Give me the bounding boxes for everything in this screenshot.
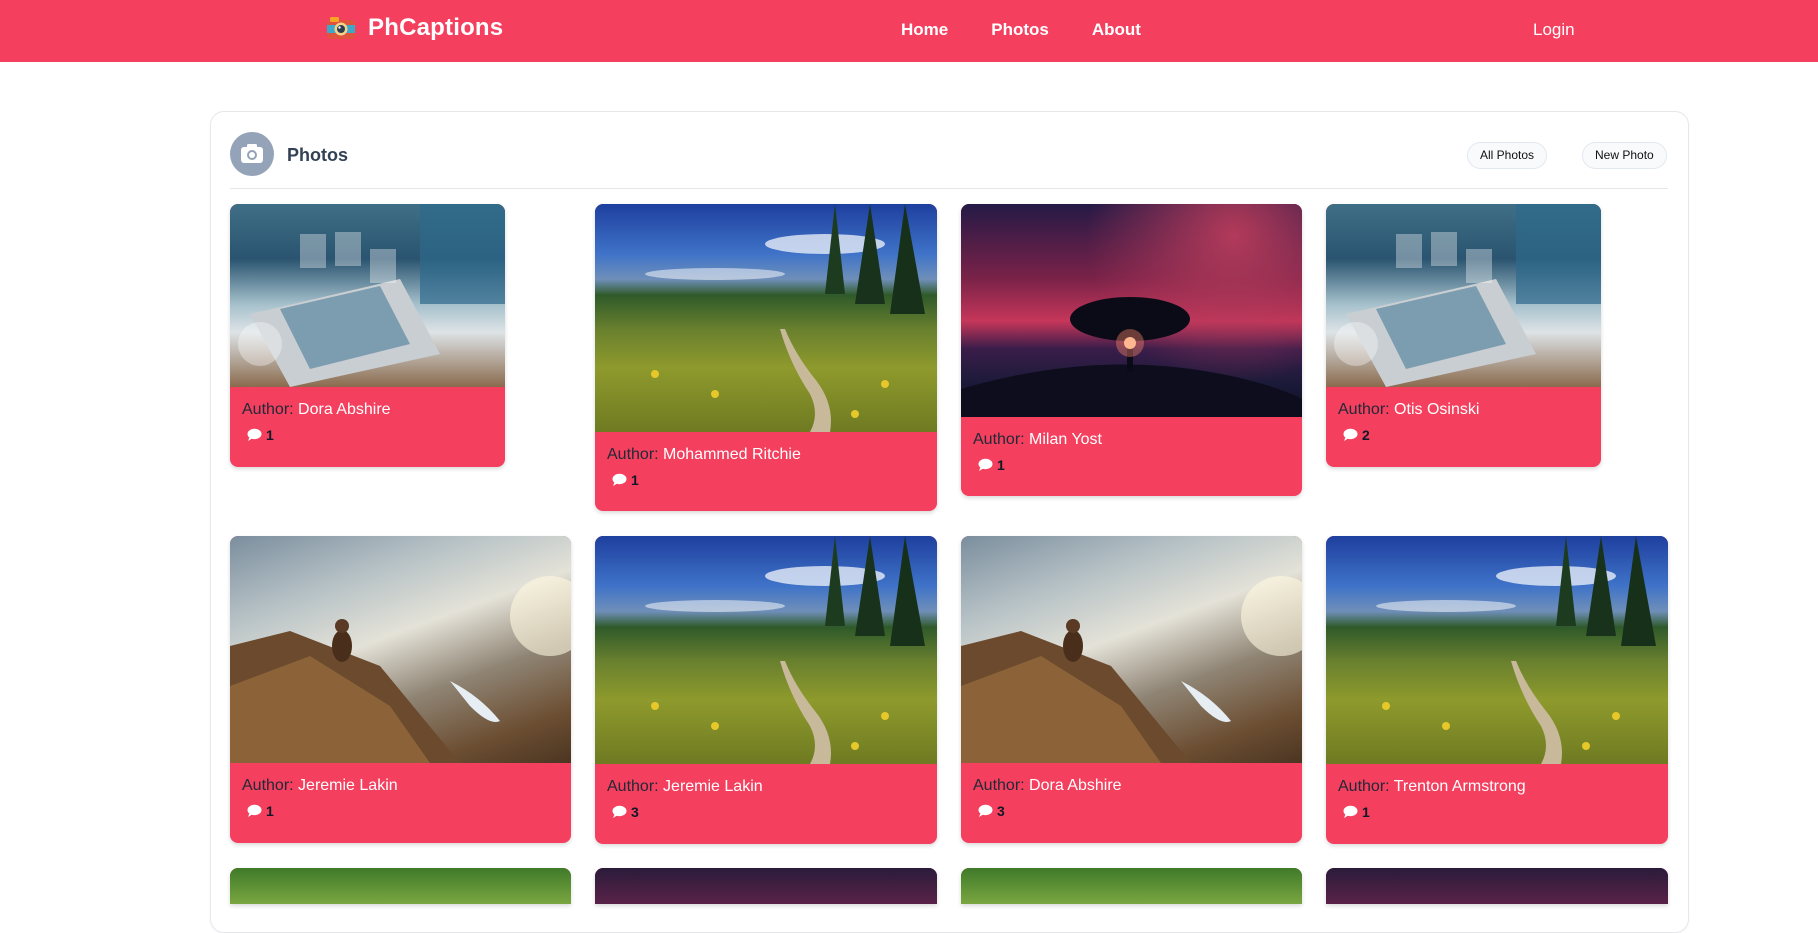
- photo-card[interactable]: Author: Dora Abshire 3: [961, 536, 1302, 843]
- card-author: Author: Dora Abshire: [973, 777, 1122, 794]
- card-author: Author: Dora Abshire: [242, 401, 391, 418]
- photo-card[interactable]: [1326, 868, 1668, 904]
- card-author: Author: Otis Osinski: [1338, 401, 1480, 418]
- photo-image[interactable]: [1326, 204, 1601, 387]
- photo-image[interactable]: [961, 204, 1302, 417]
- card-author: Author: Milan Yost: [973, 431, 1102, 448]
- photo-image[interactable]: [595, 536, 937, 764]
- photo-card[interactable]: [595, 868, 937, 904]
- card-author: Author: Jeremie Lakin: [607, 778, 763, 795]
- comment-icon: [612, 805, 627, 818]
- photo-image[interactable]: [595, 204, 937, 432]
- photo-card[interactable]: Author: Otis Osinski 2: [1326, 204, 1601, 467]
- card-author: Author: Mohammed Ritchie: [607, 446, 801, 463]
- comment-count[interactable]: 2: [1342, 427, 1593, 443]
- comment-count[interactable]: 3: [611, 804, 929, 820]
- nav-link-home[interactable]: Home: [901, 20, 948, 40]
- comment-count[interactable]: 1: [246, 803, 563, 819]
- comment-count[interactable]: 1: [977, 457, 1294, 473]
- photo-card[interactable]: Author: Trenton Armstrong 1: [1326, 536, 1668, 844]
- photo-card[interactable]: Author: Dora Abshire 1: [230, 204, 505, 467]
- photo-image[interactable]: [1326, 536, 1668, 764]
- photo-image[interactable]: [230, 204, 505, 387]
- card-author: Author: Trenton Armstrong: [1338, 778, 1526, 795]
- card-author: Author: Jeremie Lakin: [242, 777, 398, 794]
- comment-icon: [978, 458, 993, 471]
- nav-link-photos[interactable]: Photos: [991, 20, 1049, 40]
- panel-header: Photos All Photos New Photo: [211, 112, 1688, 189]
- photo-image[interactable]: [230, 536, 571, 763]
- nav-link-about[interactable]: About: [1092, 20, 1141, 40]
- comment-icon: [612, 473, 627, 486]
- comment-count[interactable]: 1: [246, 427, 497, 443]
- brand[interactable]: PhCaptions: [326, 14, 503, 42]
- all-photos-button[interactable]: All Photos: [1467, 142, 1548, 169]
- nav-links: Home Photos About: [901, 20, 1141, 40]
- camera-logo-icon: [327, 17, 355, 39]
- panel-title: Photos: [287, 145, 348, 165]
- photo-card[interactable]: [230, 868, 571, 904]
- photo-image[interactable]: [1326, 868, 1668, 904]
- photo-image[interactable]: [961, 868, 1302, 904]
- photo-card[interactable]: Author: Milan Yost 1: [961, 204, 1302, 496]
- photo-image[interactable]: [230, 868, 571, 904]
- photo-card[interactable]: Author: Mohammed Ritchie 1: [595, 204, 937, 511]
- comment-icon: [978, 804, 993, 817]
- comment-icon: [247, 428, 262, 441]
- comment-count[interactable]: 1: [611, 472, 929, 488]
- login-link[interactable]: Login: [1533, 20, 1575, 40]
- camera-icon: [230, 132, 274, 176]
- comment-icon: [247, 804, 262, 817]
- photo-card[interactable]: [961, 868, 1302, 904]
- photo-image[interactable]: [595, 868, 937, 904]
- comment-icon: [1343, 428, 1358, 441]
- comment-count[interactable]: 1: [1342, 804, 1660, 820]
- header-divider: [230, 188, 1668, 189]
- comment-icon: [1343, 805, 1358, 818]
- photo-card[interactable]: Author: Jeremie Lakin 1: [230, 536, 571, 843]
- brand-name: PhCaptions: [368, 14, 504, 41]
- new-photo-button[interactable]: New Photo: [1582, 142, 1667, 169]
- photo-card[interactable]: Author: Jeremie Lakin 3: [595, 536, 937, 844]
- top-navbar: PhCaptions Home Photos About Login: [0, 0, 1818, 62]
- comment-count[interactable]: 3: [977, 803, 1294, 819]
- photo-image[interactable]: [961, 536, 1302, 763]
